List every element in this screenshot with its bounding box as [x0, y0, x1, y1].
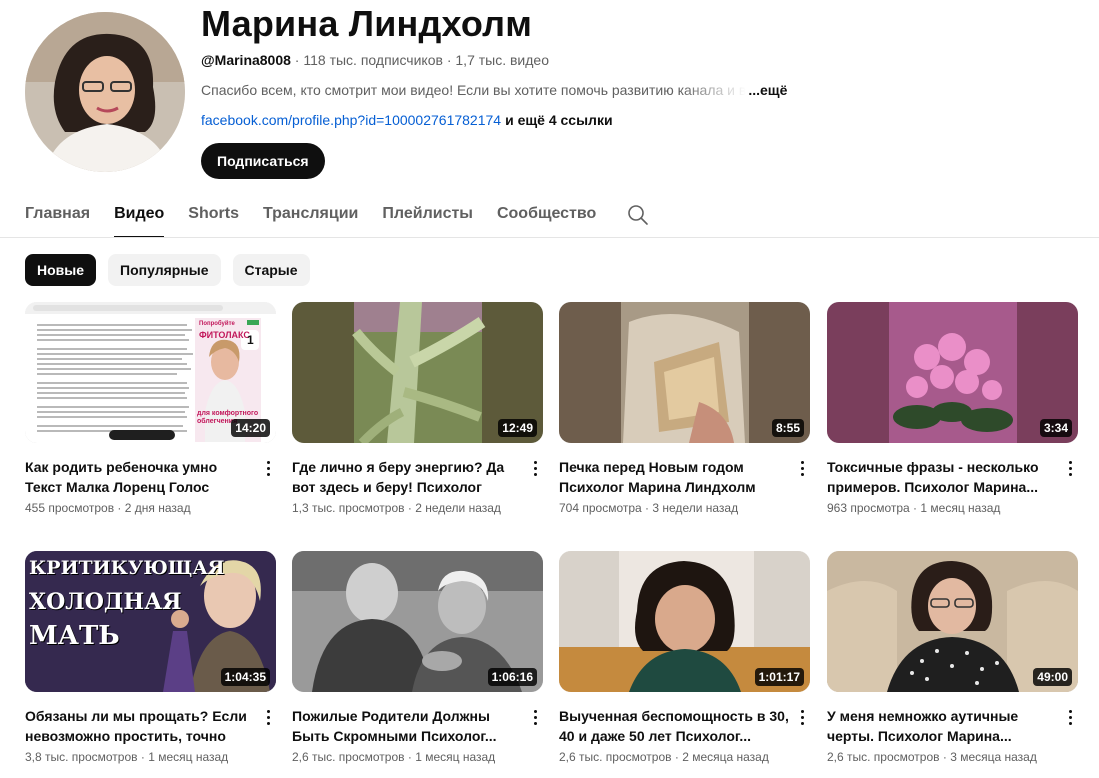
chip-newest[interactable]: Новые [25, 254, 97, 286]
video-thumbnail[interactable]: Попробуйте ФИТОЛАКС 1 для комфортного об… [25, 302, 276, 443]
description-more-link[interactable]: ...ещё [748, 82, 787, 98]
video-meta: 3,8 тыс. просмотров · 1 месяц назад [25, 750, 229, 764]
video-card[interactable]: Попробуйте ФИТОЛАКС 1 для комфортного об… [25, 302, 276, 515]
video-duration: 1:04:35 [220, 668, 270, 686]
tab-home[interactable]: Главная [25, 196, 90, 238]
video-meta: 2,6 тыс. просмотров · 3 месяца назад [827, 750, 1037, 764]
video-duration: 3:34 [1039, 419, 1072, 437]
video-card[interactable]: 8:55 Печка перед Новым годом Психолог Ма… [559, 302, 810, 515]
video-title[interactable]: Обязаны ли мы прощать? Если невозможно п… [25, 706, 257, 746]
video-duration: 1:01:17 [754, 668, 804, 686]
video-card[interactable]: 49:00 У меня немножко аутичные черты. Пс… [827, 551, 1078, 764]
video-meta: 2,6 тыс. просмотров · 1 месяц назад [292, 750, 496, 764]
more-vert-icon[interactable] [794, 458, 810, 478]
video-title[interactable]: У меня немножко аутичные черты. Психолог… [827, 706, 1059, 746]
video-thumbnail[interactable]: 1:01:17 [559, 551, 810, 692]
thumb-text-line3: МАТЬ [29, 621, 120, 651]
more-vert-icon[interactable] [1062, 458, 1078, 478]
tab-live[interactable]: Трансляции [263, 196, 358, 238]
video-title[interactable]: Печка перед Новым годом Психолог Марина … [559, 457, 791, 497]
channel-title: Марина Линдхолм [201, 3, 533, 44]
subscriber-count: 118 тыс. подписчиков [303, 52, 443, 68]
channel-description[interactable]: Спасибо всем, кто смотрит мои видео! Есл… [201, 82, 801, 98]
video-title[interactable]: Где лично я беру энергию? Да вот здесь и… [292, 457, 524, 497]
video-meta: 455 просмотров · 2 дня назад [25, 501, 191, 515]
thumb-text-line2: ХОЛОДНАЯ [29, 589, 182, 615]
video-card[interactable]: 1:06:16 Пожилые Родители Должны Быть Скр… [292, 551, 543, 764]
video-duration: 1:06:16 [487, 668, 537, 686]
sort-chips: Новые Популярные Старые [25, 254, 310, 286]
channel-links: facebook.com/profile.php?id=100002761782… [201, 112, 613, 128]
tab-community[interactable]: Сообщество [497, 196, 596, 238]
facebook-link[interactable]: facebook.com/profile.php?id=100002761782… [201, 112, 501, 128]
channel-avatar[interactable] [25, 12, 185, 172]
ad-title-text: ФИТОЛАКС [199, 330, 250, 340]
more-links-button[interactable]: и ещё 4 ссылки [505, 112, 612, 128]
subscribe-button[interactable]: Подписаться [201, 143, 325, 179]
video-thumbnail[interactable]: 3:34 [827, 302, 1078, 443]
video-card[interactable]: 3:34 Токсичные фразы - несколько примеро… [827, 302, 1078, 515]
video-duration: 8:55 [771, 419, 804, 437]
tab-shorts[interactable]: Shorts [188, 196, 239, 238]
video-meta: 1,3 тыс. просмотров · 2 недели назад [292, 501, 501, 515]
channel-handle: @Marina8008 [201, 52, 291, 68]
more-vert-icon[interactable] [260, 707, 276, 727]
ad-top-text: Попробуйте [199, 321, 235, 327]
channel-meta: @Marina8008 · 118 тыс. подписчиков · 1,7… [201, 52, 549, 68]
video-title[interactable]: Как родить ребеночка умно Текст Малка Ло… [25, 457, 257, 497]
chip-oldest[interactable]: Старые [232, 254, 310, 286]
more-vert-icon[interactable] [527, 458, 543, 478]
more-vert-icon[interactable] [527, 707, 543, 727]
video-thumbnail[interactable]: КРИТИКУЮЩАЯ ХОЛОДНАЯ МАТЬ 1:04:35 [25, 551, 276, 692]
video-duration: 12:49 [498, 419, 537, 437]
video-card[interactable]: КРИТИКУЮЩАЯ ХОЛОДНАЯ МАТЬ 1:04:35 Обязан… [25, 551, 276, 764]
video-meta: 2,6 тыс. просмотров · 2 месяца назад [559, 750, 769, 764]
video-count: 1,7 тыс. видео [455, 52, 549, 68]
thumb-text-line1: КРИТИКУЮЩАЯ [29, 557, 225, 579]
video-card[interactable]: 1:01:17 Выученная беспомощность в 30, 40… [559, 551, 810, 764]
video-thumbnail[interactable]: 49:00 [827, 551, 1078, 692]
video-thumbnail[interactable]: 1:06:16 [292, 551, 543, 692]
more-vert-icon[interactable] [794, 707, 810, 727]
video-thumbnail[interactable]: 8:55 [559, 302, 810, 443]
video-duration: 14:20 [231, 419, 270, 437]
video-thumbnail[interactable]: 12:49 [292, 302, 543, 443]
video-duration: 49:00 [1033, 668, 1072, 686]
ad-number-text: 1 [247, 333, 254, 347]
tabs-divider [0, 237, 1099, 238]
more-vert-icon[interactable] [1062, 707, 1078, 727]
video-title[interactable]: Токсичные фразы - несколько примеров. Пс… [827, 457, 1059, 497]
video-card[interactable]: 12:49 Где лично я беру энергию? Да вот з… [292, 302, 543, 515]
video-meta: 963 просмотра · 1 месяц назад [827, 501, 1001, 515]
channel-tabs: Главная Видео Shorts Трансляции Плейлист… [25, 196, 650, 238]
tab-playlists[interactable]: Плейлисты [382, 196, 473, 238]
search-icon[interactable] [626, 203, 650, 227]
tab-videos[interactable]: Видео [114, 196, 165, 238]
chip-popular[interactable]: Популярные [108, 254, 221, 286]
video-title[interactable]: Пожилые Родители Должны Быть Скромными П… [292, 706, 524, 746]
video-meta: 704 просмотра · 3 недели назад [559, 501, 739, 515]
more-vert-icon[interactable] [260, 458, 276, 478]
video-title[interactable]: Выученная беспомощность в 30, 40 и даже … [559, 706, 791, 746]
